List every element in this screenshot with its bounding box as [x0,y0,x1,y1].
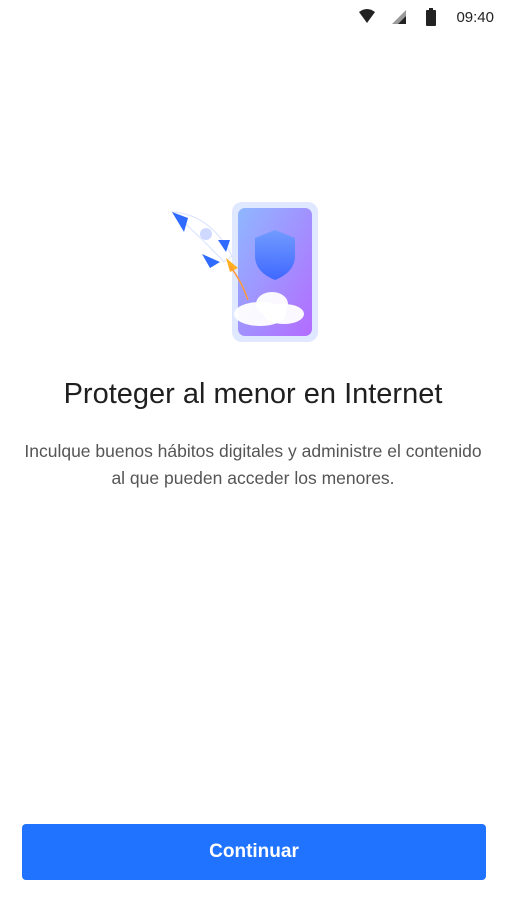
status-time: 09:40 [456,8,494,26]
wifi-icon [356,6,378,28]
battery-icon [420,6,442,28]
continue-button[interactable]: Continuar [22,824,486,880]
page-description: Inculque buenos hábitos digitales y admi… [24,441,482,488]
status-bar: 09:40 [0,0,506,34]
page-title: Proteger al menor en Internet [63,378,443,410]
cellular-signal-icon [388,6,410,28]
hero-illustration [160,196,350,356]
